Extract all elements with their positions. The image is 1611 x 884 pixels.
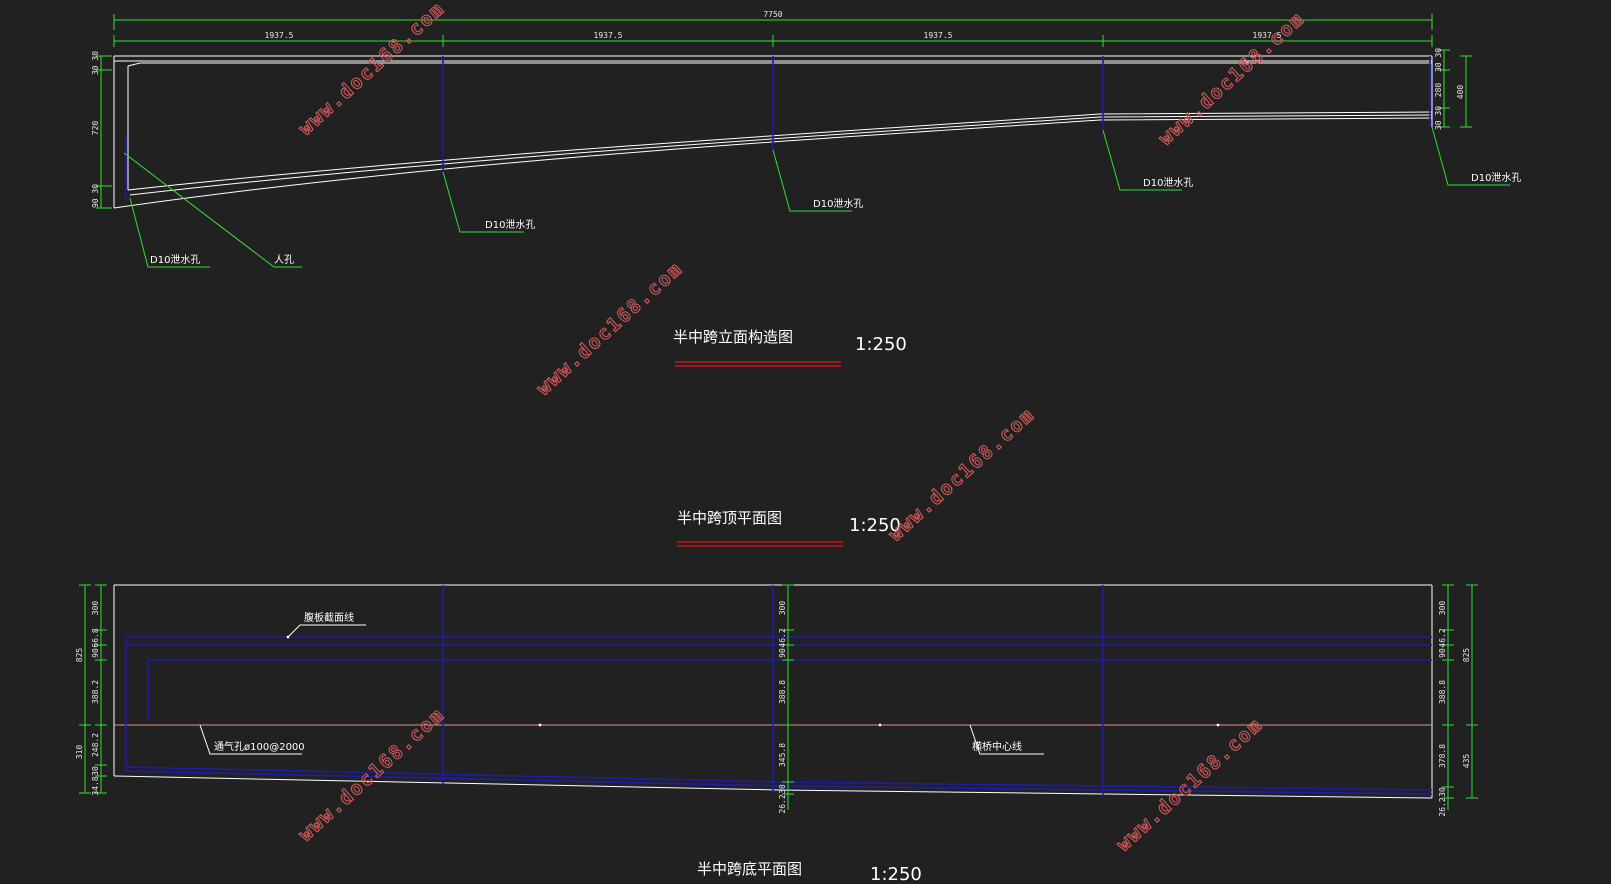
callout-drain-2: D10泄水孔 bbox=[813, 197, 863, 210]
segment-dimension-2: 1937.5 bbox=[594, 31, 623, 40]
bottom-left-dim-8: 34.8 bbox=[91, 776, 100, 795]
right-dim-bottom: 30 30 bbox=[1434, 106, 1443, 130]
watermark-3: www.doc168.com bbox=[533, 257, 688, 399]
bottom-plan-title: 半中跨底平面图 bbox=[697, 860, 802, 878]
top-plan-view: 半中跨顶平面图 1:250 bbox=[677, 509, 901, 547]
callout-drain-right: D10泄水孔 bbox=[1471, 171, 1521, 184]
watermark-1: www.doc168.com bbox=[295, 0, 450, 140]
callout-drain-3: D10泄水孔 bbox=[1143, 176, 1193, 189]
bottom-right-dim-total-upper: 825 bbox=[1462, 648, 1471, 663]
segment-dimension-line bbox=[113, 35, 1433, 47]
segment-dimension-1: 1937.5 bbox=[265, 31, 294, 40]
bottom-mid-dim-5: 345.8 bbox=[778, 743, 787, 767]
callout-drain-1: D10泄水孔 bbox=[485, 218, 535, 231]
bottom-mid-dim-7: 26.2 bbox=[778, 794, 787, 813]
watermark-6: www.doc168.com bbox=[1113, 713, 1268, 855]
bottom-left-dim-3: 90 bbox=[91, 648, 100, 658]
elevation-right-dimension bbox=[1438, 49, 1472, 128]
callout-vent-hole: 通气孔ø100@2000 bbox=[214, 740, 305, 753]
bottom-left-dim-7: 30 bbox=[91, 766, 100, 776]
callout-centerline: 横桥中心线 bbox=[972, 740, 1022, 753]
bottom-mid-dim-1: 300 bbox=[778, 601, 787, 616]
bottom-right-dim-total-lower: 435 bbox=[1462, 754, 1471, 769]
left-dim-top: 30 30 bbox=[91, 51, 100, 75]
segment-dimension-3: 1937.5 bbox=[924, 31, 953, 40]
bottom-right-dimension bbox=[1442, 584, 1478, 810]
elevation-view: 7750 1937.5 1937.5 1937.5 1937.5 30 30 7… bbox=[91, 10, 1521, 367]
elevation-title: 半中跨立面构造图 bbox=[673, 328, 793, 346]
bottom-left-dim-4: 388.2 bbox=[91, 680, 100, 704]
bottom-left-dim-6: 248.2 bbox=[91, 733, 100, 757]
bottom-plan-scale: 1:250 bbox=[870, 864, 922, 884]
bottom-right-dim-1: 300 bbox=[1438, 601, 1447, 616]
elevation-scale: 1:250 bbox=[855, 334, 907, 355]
callout-leaders-elevation bbox=[123, 126, 1510, 268]
bottom-right-dim-7: 26.2 bbox=[1438, 797, 1447, 816]
bottom-plan-view: 825 300 66.8 90 388.2 310 248.2 30 34.8 … bbox=[75, 584, 1478, 884]
bottom-left-dim-5: 310 bbox=[75, 745, 84, 760]
callout-edge-line: 腹板截面线 bbox=[304, 611, 354, 624]
bottom-right-dim-6: 30 bbox=[1438, 787, 1447, 797]
bottom-right-dim-4: 388.8 bbox=[1438, 680, 1447, 704]
watermarks: www.doc168.com www.doc168.com www.doc168… bbox=[294, 0, 1310, 856]
right-dim-top: 30 30 bbox=[1434, 48, 1443, 72]
top-plan-title: 半中跨顶平面图 bbox=[677, 509, 782, 527]
bottom-right-dim-5: 378.8 bbox=[1438, 744, 1447, 768]
overall-dimension-text: 7750 bbox=[763, 10, 782, 19]
right-dim-total: 400 bbox=[1456, 85, 1465, 100]
left-dim-bottom: 90 30 bbox=[91, 184, 100, 208]
left-dim-mid: 720 bbox=[91, 121, 100, 136]
bottom-left-dim-2: 66.8 bbox=[91, 628, 100, 647]
watermark-4: www.doc168.com bbox=[885, 403, 1040, 545]
bottom-mid-dim-3: 90 bbox=[778, 648, 787, 658]
bottom-mid-dim-6: 30 bbox=[778, 784, 787, 794]
callout-drain-left: D10泄水孔 bbox=[150, 253, 200, 266]
bottom-left-dim-total: 825 bbox=[75, 648, 84, 663]
bottom-left-dim-1: 300 bbox=[91, 601, 100, 616]
callout-manhole: 人孔 bbox=[274, 254, 294, 266]
cad-drawing: 7750 1937.5 1937.5 1937.5 1937.5 30 30 7… bbox=[75, 0, 1521, 884]
bottom-mid-dim-4: 388.8 bbox=[778, 680, 787, 704]
right-dim-mid: 280 bbox=[1434, 83, 1443, 98]
bottom-mid-dim-2: 46.2 bbox=[778, 628, 787, 647]
bottom-right-dim-3: 90 bbox=[1438, 648, 1447, 658]
bottom-right-dim-2: 46.2 bbox=[1438, 628, 1447, 647]
watermark-2: www.doc168.com bbox=[1155, 7, 1310, 149]
